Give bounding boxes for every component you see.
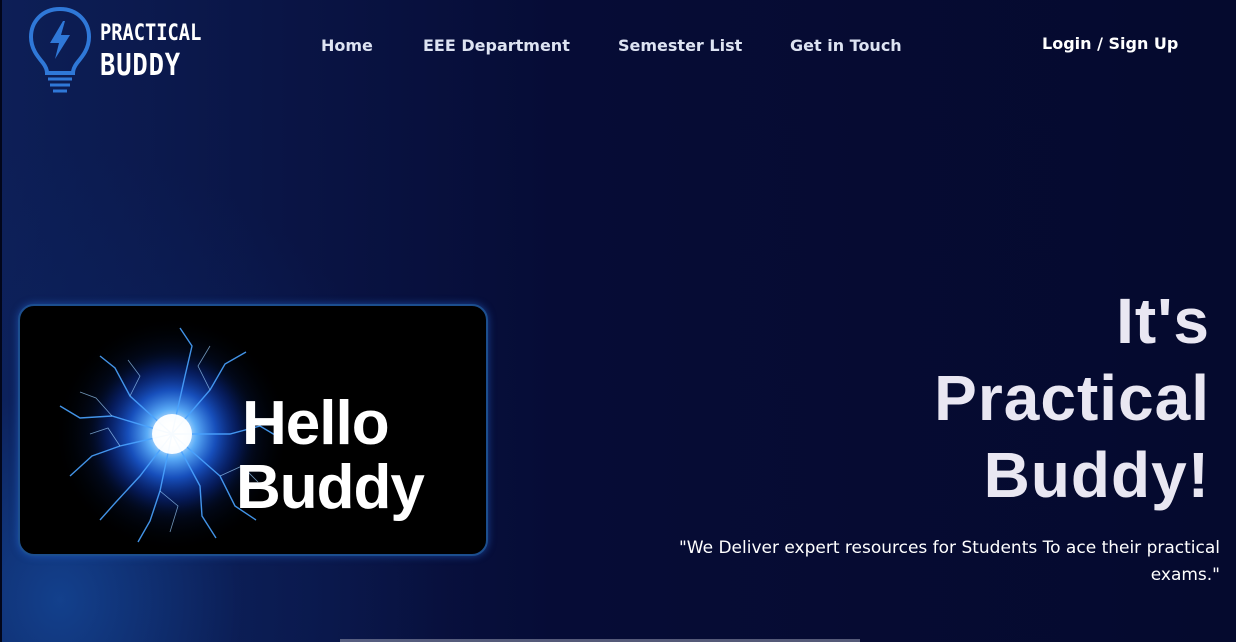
nav-link-get-in-touch[interactable]: Get in Touch bbox=[790, 36, 902, 55]
login-signup-link[interactable]: Login / Sign Up bbox=[1042, 34, 1178, 53]
brand-name-line2: BUDDY bbox=[100, 48, 182, 83]
brand-name-line1: PRACTICAL bbox=[100, 21, 202, 46]
hero-image-card: Hello Buddy bbox=[18, 304, 488, 556]
hero-headline: It's Practical Buddy! bbox=[934, 283, 1210, 514]
headline-line3: Buddy! bbox=[983, 439, 1210, 511]
hello-text: Hello bbox=[242, 389, 390, 458]
brand-logo[interactable]: PRACTICAL BUDDY bbox=[28, 5, 201, 97]
lightbulb-bolt-icon bbox=[28, 6, 92, 93]
page-left-border bbox=[0, 0, 2, 642]
brand-name: PRACTICAL BUDDY bbox=[100, 23, 219, 81]
hello-buddy-text: Hello Buddy bbox=[236, 389, 425, 520]
nav-link-eee-department[interactable]: EEE Department bbox=[423, 36, 570, 55]
headline-line1: It's bbox=[1116, 285, 1210, 357]
nav-link-semester-list[interactable]: Semester List bbox=[618, 36, 742, 55]
hero-tagline: "We Deliver expert resources for Student… bbox=[678, 538, 1220, 585]
headline-line2: Practical bbox=[934, 362, 1210, 434]
nav-link-home[interactable]: Home bbox=[321, 36, 373, 55]
buddy-text: Buddy bbox=[236, 453, 425, 522]
